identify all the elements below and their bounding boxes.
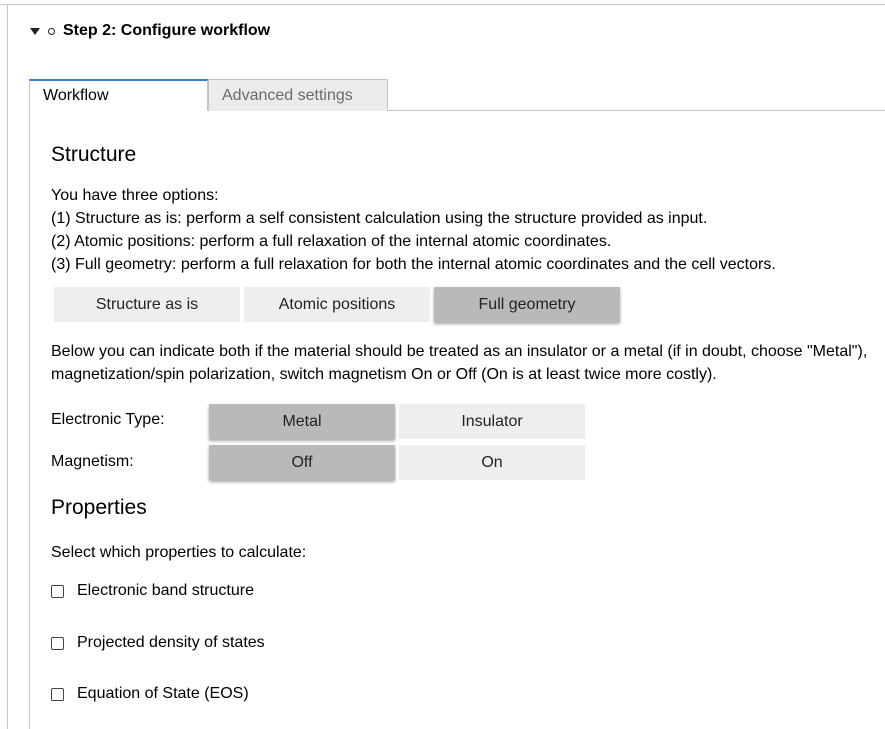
structure-toggle-group: Structure as is Atomic positions Full ge… <box>54 287 624 322</box>
tab-workflow[interactable]: Workflow <box>29 79 208 111</box>
property-band-structure[interactable]: Electronic band structure <box>51 582 254 600</box>
pdos-checkbox[interactable] <box>51 636 64 650</box>
material-description-line-1: Below you can indicate both if the mater… <box>51 343 868 360</box>
structure-option-2: (2) Atomic positions: perform a full rel… <box>51 233 612 250</box>
properties-heading: Properties <box>51 496 147 519</box>
metal-button[interactable]: Metal <box>209 404 395 439</box>
band-structure-label: Electronic band structure <box>77 582 254 599</box>
step-header[interactable]: Step 2: Configure workflow <box>30 22 270 40</box>
properties-prompt: Select which properties to calculate: <box>51 544 307 561</box>
status-circle-icon <box>48 27 55 35</box>
magnetism-off-button[interactable]: Off <box>209 445 395 480</box>
step-title: Step 2: Configure workflow <box>63 22 271 39</box>
property-pdos[interactable]: Projected density of states <box>51 634 265 652</box>
electronic-type-toggle-group: Metal Insulator <box>209 404 589 439</box>
pdos-label: Projected density of states <box>77 634 265 651</box>
magnetism-on-button[interactable]: On <box>399 445 585 480</box>
tab-bar-underline <box>388 110 885 111</box>
material-description-line-2: magnetization/spin polarization, switch … <box>51 366 717 383</box>
structure-option-3: (3) Full geometry: perform a full relaxa… <box>51 256 776 273</box>
tab-panel-left-border <box>29 111 30 729</box>
frame-left-border <box>7 4 8 729</box>
band-structure-checkbox[interactable] <box>51 584 64 598</box>
magnetism-label: Magnetism: <box>51 453 134 470</box>
eos-checkbox[interactable] <box>51 687 64 701</box>
full-geometry-button[interactable]: Full geometry <box>434 287 620 322</box>
caret-down-icon[interactable] <box>30 27 40 35</box>
magnetism-toggle-group: Off On <box>209 445 589 480</box>
tab-bar: Workflow Advanced settings <box>29 79 388 111</box>
tab-advanced-settings[interactable]: Advanced settings <box>208 79 388 111</box>
structure-as-is-button[interactable]: Structure as is <box>54 287 240 322</box>
structure-heading: Structure <box>51 143 137 166</box>
electronic-type-label: Electronic Type: <box>51 411 165 428</box>
insulator-button[interactable]: Insulator <box>399 404 585 439</box>
atomic-positions-button[interactable]: Atomic positions <box>244 287 430 322</box>
structure-option-1: (1) Structure as is: perform a self cons… <box>51 210 708 227</box>
frame-top-border <box>0 4 885 5</box>
eos-label: Equation of State (EOS) <box>77 685 249 702</box>
property-eos[interactable]: Equation of State (EOS) <box>51 685 249 703</box>
structure-intro: You have three options: <box>51 187 219 204</box>
